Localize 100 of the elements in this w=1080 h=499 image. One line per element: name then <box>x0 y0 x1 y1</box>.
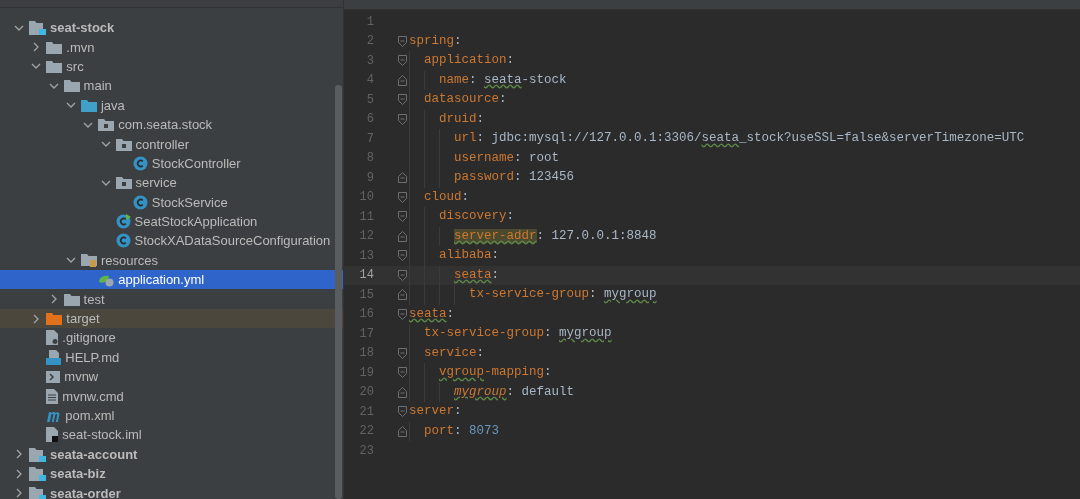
fold-icon[interactable] <box>398 347 407 359</box>
folder-icon <box>115 137 132 151</box>
chevron-right-icon[interactable] <box>14 468 24 479</box>
fold-icon[interactable] <box>398 113 407 125</box>
fold-icon[interactable] <box>398 211 407 223</box>
code-line: cloud: <box>424 188 470 206</box>
tree-item[interactable]: SeatStockApplication <box>0 211 343 232</box>
tree-item[interactable]: seat-stock.iml <box>0 425 343 445</box>
line-number: 21 <box>358 403 374 421</box>
tree-item[interactable]: StockController <box>0 153 343 174</box>
tree-item[interactable]: main <box>0 76 343 96</box>
line-number: 18 <box>358 345 374 363</box>
tree-item-label: main <box>83 79 112 93</box>
tree-item-label: StockXADataSourceConfiguration <box>134 234 331 248</box>
line-number: 6 <box>365 111 374 129</box>
tree-item-label: HELP.md <box>65 350 120 364</box>
fold-icon[interactable] <box>398 308 407 320</box>
tree-item[interactable]: mvnw.cmd <box>0 386 343 406</box>
line-number: 16 <box>358 306 374 324</box>
code-line: service: <box>424 344 485 362</box>
line-number: 8 <box>365 150 374 168</box>
markdown-file-icon <box>46 349 62 365</box>
fold-icon[interactable] <box>398 269 407 281</box>
line-number: 2 <box>365 33 374 51</box>
chevron-right-icon[interactable] <box>14 449 24 460</box>
tree-item[interactable]: pom.xml <box>0 405 343 426</box>
fold-icon[interactable] <box>398 55 407 67</box>
tree-item[interactable]: HELP.md <box>0 347 343 368</box>
tree-item[interactable]: StockXADataSourceConfiguration <box>0 231 343 251</box>
code-line: mygroup: default <box>454 383 575 401</box>
tree-item-label: java <box>100 98 125 112</box>
tree-item-label: src <box>66 59 84 73</box>
tree-item[interactable]: java <box>0 95 343 115</box>
fold-icon[interactable] <box>398 94 407 106</box>
folder-icon <box>80 98 97 112</box>
tree-item[interactable]: controller <box>0 134 343 154</box>
line-number: 4 <box>365 72 374 90</box>
line-number: 3 <box>365 52 374 70</box>
fold-icon[interactable] <box>398 35 407 47</box>
code-line: application: <box>424 52 515 70</box>
class-icon <box>115 214 131 230</box>
tree-item-label: controller <box>135 137 189 151</box>
code-line: vgroup-mapping: <box>439 364 552 382</box>
tree-item[interactable]: src <box>0 56 343 77</box>
tree-item-label: seat-stock <box>50 21 115 35</box>
fold-icon[interactable] <box>398 191 407 203</box>
tree-item-label: resources <box>100 253 158 267</box>
tree-item[interactable]: service <box>0 173 343 193</box>
module-folder-icon <box>29 446 46 462</box>
tree-item-label: target <box>66 312 100 326</box>
tree-item-label: seat-stock.iml <box>62 428 142 442</box>
maven-icon <box>46 409 62 422</box>
code-line: tx-service-group: mygroup <box>424 325 612 343</box>
tree-item[interactable]: test <box>0 289 343 309</box>
module-folder-icon <box>29 485 46 499</box>
module-folder-icon <box>29 466 46 482</box>
fold-icon[interactable] <box>398 230 407 242</box>
line-number: 5 <box>365 91 374 109</box>
tree-item[interactable]: target <box>0 308 343 329</box>
tree-item[interactable]: .mvn <box>0 37 343 57</box>
tree-item[interactable]: seat-stock <box>0 18 343 38</box>
file-icon <box>46 427 59 443</box>
code-line: tx-service-group: mygroup <box>469 286 657 304</box>
tree-item[interactable]: seata-biz <box>0 464 343 484</box>
line-number: 11 <box>358 208 374 226</box>
code-line: server: <box>409 403 462 421</box>
fold-icon[interactable] <box>398 386 407 398</box>
tree-item-label: service <box>135 176 177 190</box>
tree-item[interactable]: mvnw <box>0 367 343 387</box>
tree-item[interactable]: StockService <box>0 192 343 212</box>
tree-item[interactable]: resources <box>0 250 343 271</box>
folder-icon <box>46 312 63 326</box>
tree-item[interactable]: seata-account <box>0 444 343 464</box>
folder-icon <box>46 59 63 73</box>
fold-icon[interactable] <box>398 425 407 437</box>
folder-icon <box>115 176 132 190</box>
tree-item[interactable]: .gitignore <box>0 328 343 348</box>
line-number: 13 <box>358 247 374 265</box>
tree-item-label: StockController <box>151 156 241 170</box>
tree-item-label: mvnw <box>64 370 99 384</box>
code-line: discovery: <box>439 208 515 226</box>
fold-icon[interactable] <box>398 406 407 418</box>
line-number: 12 <box>358 228 374 246</box>
tree-item[interactable]: com.seata.stock <box>0 114 343 135</box>
code-line: name: seata-stock <box>439 71 567 89</box>
chevron-right-icon[interactable] <box>14 488 24 499</box>
line-number: 1 <box>365 13 374 31</box>
scrollbar[interactable] <box>335 85 342 499</box>
tree-item[interactable]: application.yml <box>0 270 343 290</box>
code-line: alibaba: <box>439 247 500 265</box>
fold-icon[interactable] <box>398 367 407 379</box>
code-line: server-addr: 127.0.0.1:8848 <box>454 227 657 245</box>
fold-icon[interactable] <box>398 250 407 262</box>
file-icon <box>46 330 59 346</box>
class-icon <box>132 194 148 210</box>
line-number: 17 <box>358 325 374 343</box>
fold-icon[interactable] <box>398 289 407 301</box>
fold-icon[interactable] <box>398 74 407 86</box>
tree-item[interactable]: seata-order <box>0 483 343 499</box>
fold-icon[interactable] <box>398 172 407 184</box>
